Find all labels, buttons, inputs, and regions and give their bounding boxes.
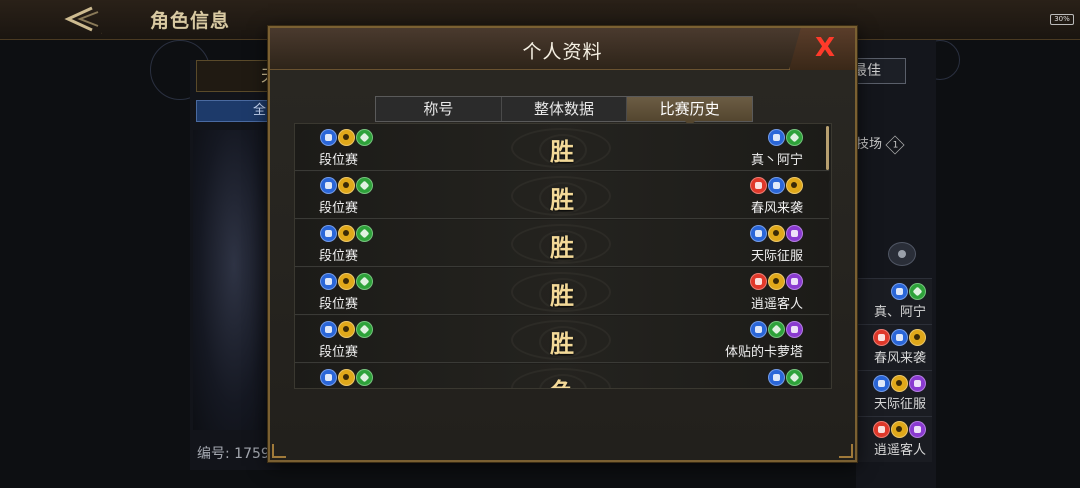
opponent-side: 逍遥客人 [749, 273, 803, 312]
tab-title[interactable]: 称号 [376, 97, 502, 121]
blue-class-icon [768, 177, 785, 194]
side-player-name: 春风来袭 [873, 351, 926, 366]
opponent-side: 真丶阿宁 [751, 129, 803, 168]
blue-class-icon [768, 129, 785, 146]
match-row[interactable]: 段位赛胜天际征服 [295, 220, 829, 267]
best-tab-label: 最佳 [853, 63, 881, 79]
side-list-item[interactable]: 春风来袭 [858, 324, 932, 370]
gold-class-icon [891, 375, 908, 392]
red-class-icon [873, 329, 890, 346]
blue-class-icon [891, 329, 908, 346]
match-row[interactable]: 段位赛胜春风来袭 [295, 172, 829, 219]
tab-overall-stats[interactable]: 整体数据 [502, 97, 628, 121]
opponent-name: 逍遥客人 [750, 297, 803, 312]
tab-all-label: 全 [253, 103, 267, 118]
opponent-team-icons [767, 369, 803, 387]
opponent-team-icons [749, 177, 803, 195]
gold-class-icon [768, 273, 785, 290]
red-class-icon [750, 273, 767, 290]
opponent-team-icons [725, 321, 803, 339]
character-portrait [193, 130, 275, 430]
corner-ornament [272, 444, 286, 458]
opponent-side: 体贴的卡萝塔 [725, 321, 803, 360]
arena-badge-value: 1 [892, 138, 899, 150]
opponent-side: 春风来袭 [749, 177, 803, 216]
match-result: 胜 [550, 137, 574, 166]
opponent-name: 体贴的卡萝塔 [724, 345, 803, 360]
blue-class-icon [873, 375, 890, 392]
match-result: 负 [295, 372, 829, 388]
blue-class-icon [750, 225, 767, 242]
gold-class-icon [786, 177, 803, 194]
gold-class-icon [891, 421, 908, 438]
opponent-side: 天际征服 [749, 225, 803, 264]
dialog-header: 个人资料 X [270, 28, 855, 70]
gold-class-icon [909, 329, 926, 346]
arena-rank: 技场 1 [856, 133, 905, 155]
blue-class-icon [750, 321, 767, 338]
purple-class-icon [786, 321, 803, 338]
scrollbar[interactable] [826, 126, 829, 170]
sidebar-tag[interactable]: 天 [196, 60, 276, 92]
green-class-icon [786, 369, 803, 386]
purple-class-icon [786, 225, 803, 242]
purple-class-icon [909, 421, 926, 438]
close-button[interactable]: X [789, 28, 855, 70]
match-row[interactable]: 段位赛胜真丶阿宁 [295, 124, 829, 171]
green-class-icon [909, 283, 926, 300]
profile-dialog: 个人资料 X 称号 整体数据 比赛历史 段位赛负段位赛胜体贴的卡萝塔段位赛胜逍遥… [268, 26, 857, 462]
side-player-name: 天际征服 [873, 397, 926, 412]
side-list-item[interactable]: 真、阿宁 [858, 278, 932, 324]
opponent-team-icons [749, 225, 803, 243]
match-row[interactable]: 段位赛胜逍遥客人 [295, 268, 829, 315]
red-class-icon [750, 177, 767, 194]
back-button[interactable] [58, 4, 111, 35]
page-title: 角色信息 [150, 10, 231, 32]
side-team-icons [858, 279, 926, 301]
side-team-icons [858, 325, 926, 347]
side-team-icons [858, 417, 926, 439]
opponent-name: 春风来袭 [750, 201, 803, 216]
green-class-icon [786, 129, 803, 146]
arena-label: 技场 [856, 137, 883, 152]
tab-match-history[interactable]: 比赛历史 [627, 97, 753, 127]
side-list-item[interactable]: 天际征服 [858, 370, 932, 416]
match-row[interactable]: 段位赛负 [295, 364, 829, 388]
side-team-icons [858, 371, 926, 393]
side-list-item[interactable]: 逍遥客人 [858, 416, 932, 462]
eye-icon[interactable] [888, 242, 916, 266]
battery-indicator: 30% [1050, 14, 1074, 25]
opponent-team-icons [749, 273, 803, 291]
gold-class-icon [768, 225, 785, 242]
side-player-name: 真、阿宁 [873, 305, 926, 320]
tab-bar: 称号 整体数据 比赛历史 [375, 96, 753, 127]
red-class-icon [873, 421, 890, 438]
opponent-team-icons [751, 129, 803, 147]
dialog-title: 个人资料 [522, 41, 603, 63]
match-history-list[interactable]: 段位赛负段位赛胜体贴的卡萝塔段位赛胜逍遥客人段位赛胜天际征服段位赛胜春风来袭段位… [294, 123, 832, 389]
back-arrow-icon [64, 5, 111, 35]
purple-class-icon [786, 273, 803, 290]
player-id: 编号: 1759 [197, 446, 270, 462]
corner-ornament [839, 444, 853, 458]
match-row[interactable]: 段位赛胜体贴的卡萝塔 [295, 316, 829, 363]
arena-badge: 1 [885, 134, 905, 155]
opponent-side [767, 369, 803, 388]
side-player-name: 逍遥客人 [873, 443, 926, 458]
opponent-name: 天际征服 [750, 249, 803, 264]
opponent-name: 真丶阿宁 [750, 153, 803, 168]
close-icon: X [814, 33, 835, 63]
purple-class-icon [909, 375, 926, 392]
blue-class-icon [768, 369, 785, 386]
blue-class-icon [891, 283, 908, 300]
green-class-icon [768, 321, 785, 338]
tab-all[interactable]: 全 [196, 100, 270, 122]
